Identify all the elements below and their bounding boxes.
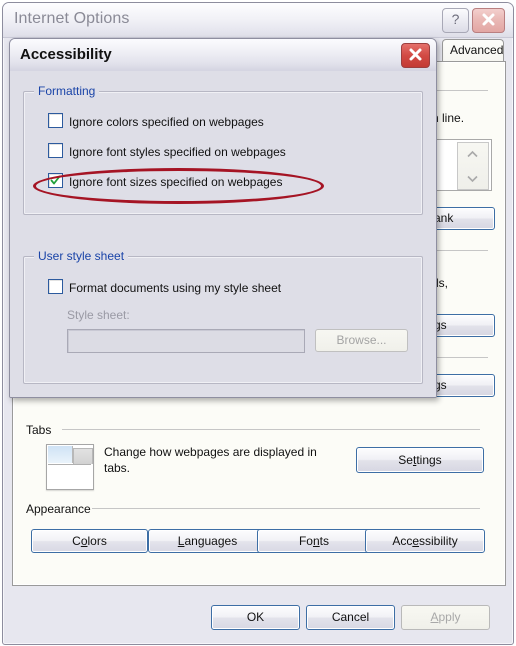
settings-button-fragment-2[interactable]: gs — [429, 374, 495, 397]
tab-icon-left — [48, 446, 73, 463]
appearance-section-label: Appearance — [22, 502, 95, 516]
tabs-settings-button[interactable]: Settings — [356, 447, 484, 473]
chevron-up-icon[interactable] — [458, 143, 486, 165]
accessibility-dialog: Accessibility Formatting Ignore colors s… — [9, 38, 437, 398]
checkbox-box-checked[interactable] — [48, 173, 63, 188]
tab-icon-page — [48, 464, 91, 488]
tab-icon-right — [73, 448, 93, 464]
screenshot-root: Internet Options ? Advanced h line. h — [0, 0, 516, 646]
fonts-button[interactable]: Fonts — [257, 529, 371, 553]
checkbox-ignore-font-styles[interactable]: Ignore font styles specified on webpages — [48, 143, 286, 159]
tabs-icon — [46, 444, 94, 490]
checkbox-box[interactable] — [48, 113, 63, 128]
use-blank-button-fragment[interactable]: ank — [429, 207, 495, 230]
number-spinner[interactable] — [436, 139, 492, 191]
dialog-title: Accessibility — [20, 46, 112, 63]
checkbox-format-documents[interactable]: Format documents using my style sheet — [48, 279, 281, 295]
cancel-button[interactable]: Cancel — [306, 605, 395, 630]
checkbox-label: Format documents using my style sheet — [69, 281, 282, 295]
window-title: Internet Options — [14, 10, 130, 27]
tabs-section-label: Tabs — [22, 423, 56, 437]
help-button[interactable]: ? — [442, 8, 469, 33]
user-style-sheet-group-title: User style sheet — [34, 249, 129, 263]
checkbox-label: Ignore colors specified on webpages — [69, 115, 264, 129]
colors-button[interactable]: Colors — [31, 529, 148, 553]
close-icon[interactable] — [472, 8, 505, 33]
internet-options-titlebar: Internet Options ? — [3, 3, 513, 38]
style-sheet-input — [67, 329, 305, 353]
ok-button[interactable]: OK — [211, 605, 300, 630]
checkbox-box[interactable] — [48, 279, 63, 294]
accessibility-button[interactable]: Accessibility — [365, 529, 485, 553]
chevron-down-icon[interactable] — [458, 167, 486, 189]
checkbox-ignore-font-sizes[interactable]: Ignore font sizes specified on webpages — [48, 173, 282, 189]
tabs-section-divider — [62, 429, 480, 430]
accessibility-body: Formatting Ignore colors specified on we… — [10, 71, 436, 397]
accessibility-titlebar: Accessibility — [10, 39, 436, 72]
appearance-section-divider — [92, 508, 480, 509]
formatting-group-title: Formatting — [34, 84, 100, 98]
browse-button: Browse... — [315, 329, 408, 352]
apply-button: Apply — [401, 605, 490, 630]
close-icon[interactable] — [401, 43, 430, 68]
languages-button[interactable]: Languages — [148, 529, 267, 553]
checkbox-label: Ignore font sizes specified on webpages — [69, 175, 283, 189]
settings-button-fragment-1[interactable]: gs — [429, 314, 495, 337]
tabs-description: Change how webpages are displayed in tab… — [104, 445, 317, 475]
style-sheet-field-label: Style sheet: — [67, 308, 130, 322]
checkbox-label: Ignore font styles specified on webpages — [69, 145, 286, 159]
spinner-buttons[interactable] — [457, 142, 489, 190]
checkbox-ignore-colors[interactable]: Ignore colors specified on webpages — [48, 113, 264, 129]
checkbox-box[interactable] — [48, 143, 63, 158]
tab-advanced[interactable]: Advanced — [442, 39, 504, 61]
